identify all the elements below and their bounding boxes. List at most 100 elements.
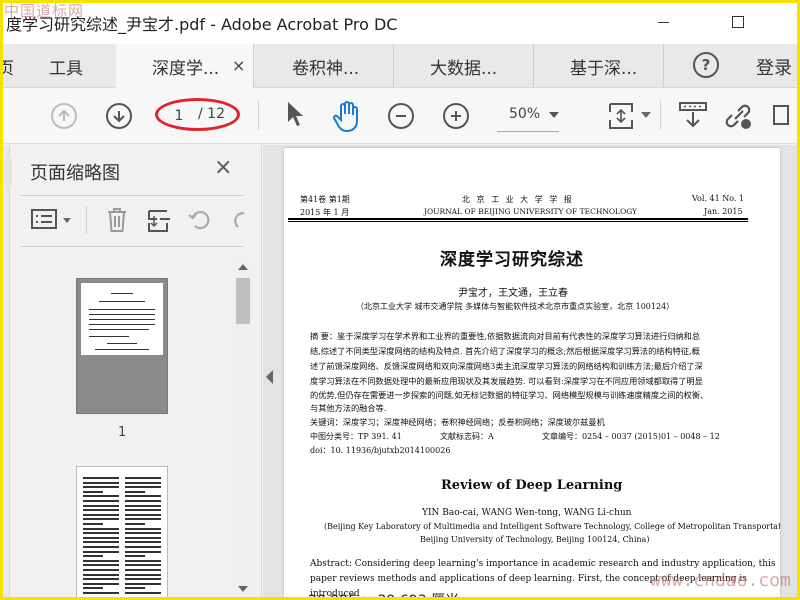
thumbnail-text-line [125, 523, 145, 525]
abstract-cn-line: 摘 要：鉴于深度学习在学术界和工业界的重要性,依据数据流向对目前有代表性的深度学… [310, 331, 701, 341]
paper-title-cn: 深度学习研究综述 [440, 250, 584, 270]
abstract-cn-line: 度学习算法在不同数据处理中的最新应用现状及其发展趋势. 可以看到:深度学习在不同… [310, 376, 703, 386]
abstract-en-line: Abstract: Considering deep learning's im… [310, 559, 776, 569]
scrollbar-thumb[interactable] [236, 278, 250, 324]
highlight-annotation [155, 98, 240, 131]
tab-document-4[interactable]: 基于深... [536, 44, 664, 88]
tab-close-icon[interactable]: × [232, 56, 245, 75]
article-number: 文章编号：0254 – 0037 (2015)01 – 0048 – 12 [542, 432, 720, 441]
zoom-in-button[interactable] [443, 103, 469, 129]
scroll-down-button[interactable] [234, 580, 252, 598]
thumbnail-text-line [125, 587, 145, 590]
page-thumbnail-1[interactable] [76, 278, 168, 414]
previous-page-button[interactable] [51, 103, 77, 129]
authors-cn: 尹宝才，王文通，王立春 [458, 288, 568, 299]
thumbnail-text-line [83, 578, 119, 581]
tab-document-1-label: 深度学... [152, 58, 220, 79]
maximize-button[interactable] [715, 6, 761, 38]
thumbnail-text-line [83, 555, 103, 558]
tab-document-1[interactable]: 深度学... × [116, 44, 254, 88]
share-link-icon[interactable] [722, 100, 754, 132]
thumbnail-text-line [125, 490, 145, 493]
arrow-up-icon [58, 109, 70, 121]
thumbnail-text-line [83, 513, 119, 516]
tab-document-3[interactable]: 大数据... [396, 44, 534, 88]
abstract-cn-line: 结,综述了不同类型深度网络的结构及特点. 首先介绍了深度学习的概念;然后根据深度… [310, 346, 700, 356]
page-size-readout: 20.995 × 29.693 厘米 [308, 590, 459, 600]
login-link[interactable]: 登录 [756, 54, 792, 80]
panel-close-icon[interactable]: × [214, 155, 232, 180]
thumbnail-text-line [125, 541, 161, 544]
help-icon[interactable]: ? [693, 52, 719, 78]
page-thumbnail-2[interactable] [76, 466, 168, 600]
thumbnail-page-preview [81, 283, 163, 355]
doi: doi：10. 11936/bjutxb2014100026 [310, 446, 451, 455]
abstract-cn-line: 与其他方法的融合等. [310, 403, 387, 413]
rotate-clockwise-icon[interactable] [228, 207, 248, 233]
thumbnail-text-line [125, 518, 161, 521]
navigation-pane-tab[interactable] [4, 158, 12, 186]
fit-page-icon[interactable] [606, 100, 636, 132]
thumbnail-text-line [125, 582, 161, 585]
panel-toolbar-divider [86, 206, 87, 234]
thumbnails-scrollbar[interactable] [234, 258, 252, 600]
thumbnail-text-line [83, 541, 119, 544]
document-code: 文献标志码：A [440, 432, 494, 441]
zoom-level-select[interactable]: 50% [497, 98, 559, 132]
minimize-button[interactable] [640, 6, 686, 38]
select-pointer-icon[interactable] [284, 100, 304, 128]
affiliation-cn: （北京工业大学 城市交通学院 多媒体与智能软件技术北京市重点实验室，北京 100… [356, 302, 675, 311]
hand-tool-icon[interactable] [333, 100, 363, 132]
watermark-top: 中国道标网 [4, 2, 85, 20]
thumbnail-text-line [83, 504, 119, 507]
thumbnail-text-line [83, 564, 119, 567]
thumbnail-text-line [125, 532, 161, 535]
thumbnail-options-icon[interactable] [30, 208, 58, 230]
thumbnail-text-line [125, 569, 161, 571]
thumbnail-text-line [125, 536, 161, 539]
rotate-counterclockwise-icon[interactable] [187, 207, 213, 233]
thumbnail-text-line [83, 509, 119, 512]
thumbnail-text-line [125, 513, 161, 516]
zoom-out-button[interactable] [388, 103, 414, 129]
thumbnail-text-line [89, 314, 155, 315]
read-mode-icon[interactable] [678, 100, 708, 132]
tab-tools[interactable]: 工具 [26, 44, 106, 88]
thumbnail-text-line [125, 486, 161, 489]
tab-bar: 页 工具 深度学... × 卷积神... 大数据... 基于深... [0, 44, 800, 88]
journal-name-en: JOURNAL OF BEIJING UNIVERSITY OF TECHNOL… [424, 207, 638, 216]
thumbnail-text-line [83, 527, 119, 530]
thumbnail-text-line [125, 495, 161, 498]
toolbar-divider [660, 100, 661, 130]
collapse-panel-arrow-icon[interactable] [266, 370, 273, 384]
thumbnail-text-line [125, 504, 161, 507]
scroll-down-arrow-icon [238, 586, 248, 592]
panel-divider [20, 195, 244, 196]
abstract-cn-line: 的优势,但仍存在需要进一步探索的问题,如无标记数据的特征学习、网络模型规模与训练… [310, 390, 709, 400]
tab-home[interactable]: 页 [0, 44, 14, 88]
more-tools-icon[interactable] [770, 100, 794, 130]
thumbnail-text-line [83, 582, 119, 585]
thumbnail-text-line [83, 495, 119, 498]
trash-icon[interactable] [105, 206, 129, 234]
thumbnail-text-line [125, 555, 145, 558]
paper-title-en: Review of Deep Learning [441, 478, 623, 493]
fit-options-chevron-icon[interactable] [641, 112, 651, 118]
scroll-up-button[interactable] [234, 258, 252, 276]
thumbnail-text-line [125, 481, 161, 484]
thumbnail-text-line [83, 523, 103, 525]
toolbar-divider [258, 100, 259, 130]
tab-document-2[interactable]: 卷积神... [256, 44, 394, 88]
thumbnail-text-line [125, 509, 161, 512]
thumbnail-text-line [125, 550, 161, 553]
thumbnail-text-line [83, 573, 119, 576]
affiliation-en: Beijing University of Technology, Beijin… [420, 535, 650, 544]
options-chevron-icon[interactable] [63, 218, 71, 223]
thumbnail-text-line [125, 546, 161, 548]
journal-date-cn: 2015 年 1 月 [300, 208, 350, 217]
next-page-button[interactable] [106, 103, 132, 129]
keywords-cn: 关键词：深度学习；深度神经网络；卷积神经网络；反卷积网络；深度玻尔兹曼机 [310, 417, 605, 427]
maximize-icon [732, 16, 744, 28]
extract-pages-icon[interactable] [146, 208, 172, 234]
thumbnail-text-line [89, 329, 149, 330]
